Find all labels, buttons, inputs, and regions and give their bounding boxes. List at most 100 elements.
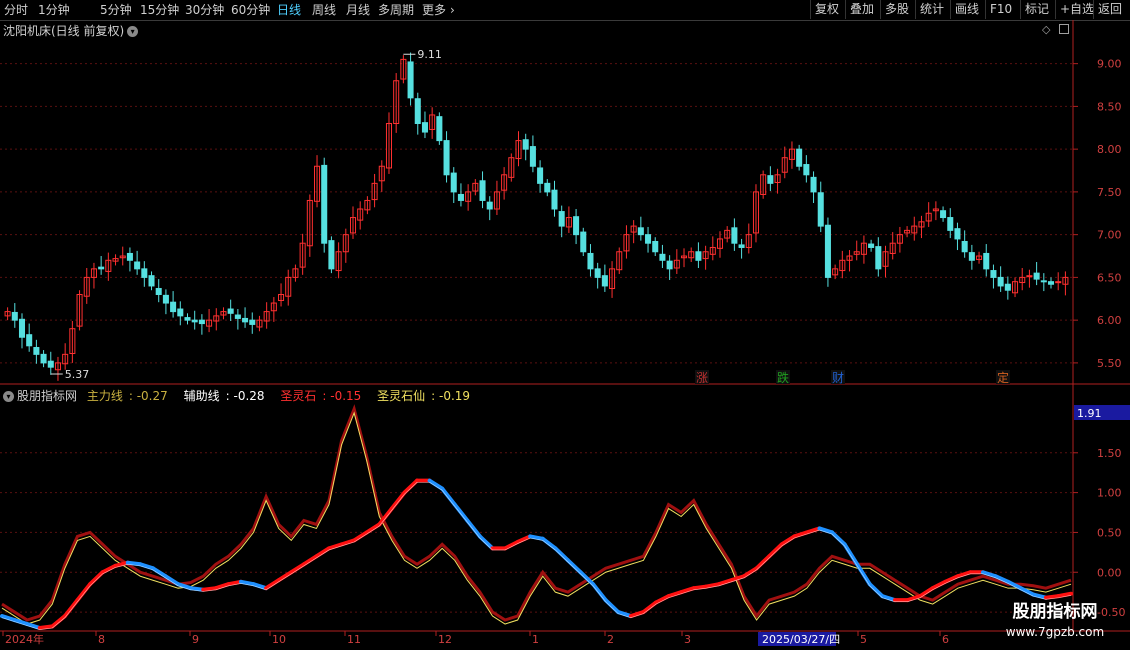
kline-chart[interactable]: 9.00 8.50 8.00 7.50 7.00 6.50 6.00 5.50 9.11 5.37… [0, 0, 1130, 650]
x-tick-label: 8 [98, 633, 105, 646]
window-toggle-icon[interactable] [1059, 24, 1069, 34]
series-main-segment [100, 563, 118, 575]
candle [170, 301, 177, 313]
series-aux-name: 辅助线: -0.28 [183, 389, 265, 403]
candle [1040, 280, 1047, 283]
event-marker: 财 [832, 371, 844, 385]
series-main-segment [289, 562, 306, 575]
candle [659, 253, 666, 261]
candle [436, 116, 443, 142]
candle [1004, 283, 1011, 291]
series-main-segment [540, 536, 558, 551]
candle [731, 227, 738, 244]
series-red-thin [1, 404, 1072, 622]
x-tick-label: 2024年 [5, 632, 44, 646]
candle [443, 140, 450, 176]
candle [803, 164, 810, 176]
candle [1047, 281, 1055, 285]
candle [573, 216, 580, 236]
candle [968, 252, 975, 261]
series-main-segment [352, 530, 369, 543]
x-tick-label: 5 [860, 633, 867, 646]
candle [191, 319, 198, 323]
stock-title: 沈阳机床(日线 前复权) [3, 24, 125, 38]
series-stone-name: 圣灵石: -0.15 [280, 389, 362, 403]
x-tick-label: 3 [684, 633, 691, 646]
x-tick-label: 11 [347, 633, 361, 646]
series-main-segment [591, 582, 608, 603]
event-marker: 跌 [777, 370, 789, 385]
y-tick-label: 7.50 [1097, 186, 1122, 199]
series-main-segment [88, 570, 105, 587]
candle [544, 182, 551, 193]
candle [796, 148, 803, 167]
candle [234, 314, 241, 319]
candle [177, 308, 184, 317]
candle [155, 288, 162, 296]
series-main-segment [389, 490, 407, 511]
high-label: 9.11 [417, 48, 442, 61]
candle [1055, 281, 1062, 284]
candle [227, 308, 234, 314]
series-main-segment [440, 486, 457, 507]
series-main-segment [276, 570, 294, 583]
candle [1026, 275, 1033, 278]
x-tick-label: 2025/03/27/四 [762, 633, 840, 646]
candle [529, 146, 536, 167]
series-main-segment [427, 478, 445, 491]
candle [652, 240, 659, 253]
candle [184, 317, 191, 321]
candle [1033, 272, 1040, 280]
candle [558, 211, 565, 227]
series-main-segment [767, 542, 784, 559]
series-main-name: 主力线: -0.27 [86, 389, 168, 403]
candle [486, 201, 493, 210]
low-label: 5.37 [65, 368, 90, 381]
series-stone-immortal-name: 圣灵石仙: -0.19 [377, 389, 471, 403]
candle [695, 251, 702, 261]
y-tick-label: 9.00 [1097, 58, 1122, 71]
candle [321, 164, 328, 244]
candle [645, 234, 652, 244]
series-main-segment [943, 574, 960, 584]
candle [947, 217, 954, 231]
candle [824, 224, 831, 278]
indicator-title: 股朋指标网 [17, 389, 78, 403]
candle [551, 189, 558, 210]
candle [249, 319, 256, 325]
x-tick-label: 9 [192, 633, 199, 646]
y-tick-label: 1.00 [1097, 487, 1122, 500]
watermark-line2: www.7gpzb.com [1005, 625, 1105, 639]
candle [997, 276, 1004, 287]
y-tick-label: 5.50 [1097, 357, 1122, 370]
candle [148, 275, 155, 287]
y-tick-label: 6.00 [1097, 314, 1122, 327]
series-main-segment [465, 518, 482, 539]
candle [767, 175, 774, 184]
candle [587, 252, 594, 270]
candle [328, 240, 335, 270]
chevron-down-icon[interactable]: ▾ [127, 26, 139, 37]
series-main-segment [301, 554, 319, 567]
candle [47, 360, 54, 368]
candle [537, 167, 544, 184]
diamond-icon[interactable]: ◇ [1042, 23, 1050, 36]
series-main-segment [653, 594, 671, 605]
series-main-segment [603, 598, 621, 615]
candle [875, 246, 882, 270]
series-main-segment [553, 546, 570, 563]
series-main-segment [754, 554, 772, 571]
candle [594, 268, 601, 278]
candle [990, 270, 997, 278]
series-main-segment [930, 579, 948, 591]
series-main-segment [264, 578, 281, 591]
x-tick-label: 6 [942, 633, 949, 646]
series-main-segment [75, 582, 93, 603]
series-main-segment [477, 534, 495, 551]
chevron-down-icon[interactable]: ▾ [3, 391, 14, 402]
candle [457, 193, 464, 201]
candle [983, 252, 990, 270]
candle [141, 268, 148, 278]
series-main-segment [830, 530, 847, 547]
candle [580, 231, 587, 253]
